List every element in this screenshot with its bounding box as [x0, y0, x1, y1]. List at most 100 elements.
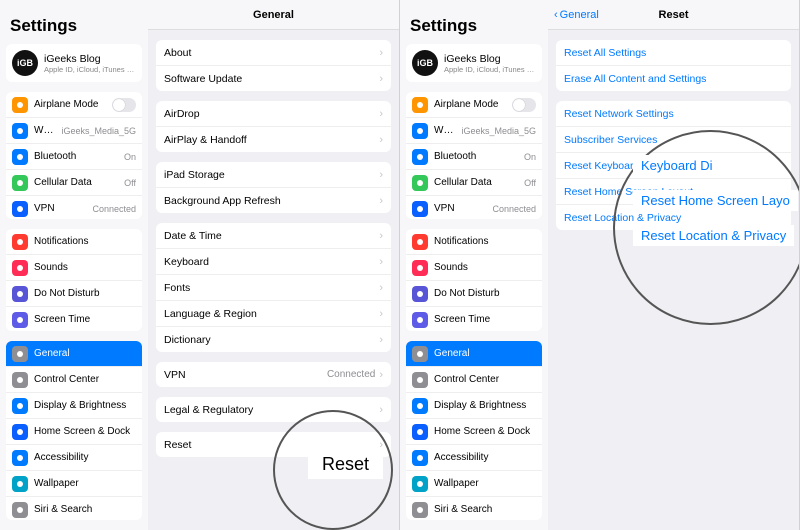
wallpaper-icon — [412, 476, 428, 492]
detail-item-erase-all-content-and-settings[interactable]: Erase All Content and Settings — [556, 65, 791, 91]
detail-general: General About›Software Update›AirDrop›Ai… — [148, 0, 399, 530]
sidebar-item-display-brightness[interactable]: Display & Brightness — [406, 392, 542, 418]
detail-item-airplay-handoff[interactable]: AirPlay & Handoff› — [156, 126, 391, 152]
sidebar-item-label: Wi-Fi — [434, 125, 455, 136]
detail-item-label: Reset Network Settings — [564, 108, 783, 120]
sidebar-group-notifications: NotificationsSoundsDo Not DisturbScreen … — [406, 229, 542, 331]
detail-item-date-time[interactable]: Date & Time› — [156, 223, 391, 248]
sidebar-item-accessibility[interactable]: Accessibility — [406, 444, 542, 470]
detail-item-keyboard[interactable]: Keyboard› — [156, 248, 391, 274]
sidebar-item-home-screen-dock[interactable]: Home Screen & Dock — [6, 418, 142, 444]
detail-item-airdrop[interactable]: AirDrop› — [156, 101, 391, 126]
sidebar-item-do-not-disturb[interactable]: Do Not Disturb — [406, 280, 542, 306]
sidebar-item-sounds[interactable]: Sounds — [6, 254, 142, 280]
sidebar-item-label: General — [434, 348, 536, 359]
sounds-icon — [12, 260, 28, 276]
nav-back-button[interactable]: ‹ General — [554, 9, 599, 21]
sidebar-item-wi-fi[interactable]: Wi-FiiGeeks_Media_5G — [406, 117, 542, 143]
sidebar-group-general: General Control Center Display & Brightnes… — [406, 341, 542, 520]
sidebar-item-home-screen-dock[interactable]: Home Screen & Dock — [406, 418, 542, 444]
sidebar-group-general: General Control Center Display & Brightnes… — [6, 341, 142, 520]
detail-item-label: AirPlay & Handoff — [164, 134, 379, 146]
display-icon — [412, 398, 428, 414]
apple-id-row[interactable]: iGB iGeeks Blog Apple ID, iCloud, iTunes… — [6, 44, 142, 82]
detail-item-language-region[interactable]: Language & Region› — [156, 300, 391, 326]
detail-item-vpn[interactable]: VPNConnected› — [156, 362, 391, 387]
settings-sidebar: Settings iGB iGeeks Blog Apple ID, iClou… — [0, 0, 148, 530]
sidebar-item-notifications[interactable]: Notifications — [406, 229, 542, 254]
sidebar-item-label: VPN — [34, 203, 86, 214]
apple-id-row[interactable]: iGB iGeeks Blog Apple ID, iCloud, iTunes… — [406, 44, 542, 82]
detail-item-label: Software Update — [164, 73, 379, 85]
sidebar-item-cellular-data[interactable]: Cellular DataOff — [406, 169, 542, 195]
detail-item-label: Dictionary — [164, 334, 379, 346]
sidebar-item-general[interactable]: General — [6, 341, 142, 366]
chevron-right-icon: › — [379, 108, 383, 120]
sidebar-item-vpn[interactable]: VPNConnected — [406, 195, 542, 219]
sidebar-item-do-not-disturb[interactable]: Do Not Disturb — [6, 280, 142, 306]
siri-icon — [12, 502, 28, 518]
sidebar-item-wi-fi[interactable]: Wi-FiiGeeks_Media_5G — [6, 117, 142, 143]
sidebar-item-sounds[interactable]: Sounds — [406, 254, 542, 280]
sidebar-item-siri-search[interactable]: Siri & Search — [406, 496, 542, 520]
sidebar-item-label: Control Center — [34, 374, 136, 385]
detail-item-label: Erase All Content and Settings — [564, 73, 783, 85]
sidebar-item-wallpaper[interactable]: Wallpaper — [406, 470, 542, 496]
sidebar-item-label: Siri & Search — [434, 504, 536, 515]
toggle-switch[interactable] — [512, 98, 536, 112]
detail-item-background-app-refresh[interactable]: Background App Refresh› — [156, 187, 391, 213]
detail-item-ipad-storage[interactable]: iPad Storage› — [156, 162, 391, 187]
highlight-item-homescreen[interactable]: Reset Home Screen Layo — [633, 190, 798, 211]
sidebar-item-label: Airplane Mode — [434, 99, 506, 110]
sidebar-item-label: Control Center — [434, 374, 536, 385]
highlight-item-keyboard[interactable]: Keyboard Di — [633, 155, 721, 176]
sidebar-item-label: Home Screen & Dock — [434, 426, 536, 437]
detail-item-label: About — [164, 47, 379, 59]
highlight-label-reset[interactable]: Reset — [308, 450, 383, 479]
chevron-right-icon: › — [379, 308, 383, 320]
sidebar-item-wallpaper[interactable]: Wallpaper — [6, 470, 142, 496]
wallpaper-icon — [12, 476, 28, 492]
chevron-right-icon: › — [379, 334, 383, 346]
nav-title: General — [253, 9, 294, 21]
profile-name: iGeeks Blog — [444, 53, 536, 65]
detail-item-software-update[interactable]: Software Update› — [156, 65, 391, 91]
sidebar-item-cellular-data[interactable]: Cellular DataOff — [6, 169, 142, 195]
sidebar-item-airplane-mode[interactable]: Airplane Mode — [6, 92, 142, 117]
sidebar-group-connectivity: Airplane Mode Wi-FiiGeeks_Media_5GBluetoo… — [406, 92, 542, 219]
accessibility-icon — [412, 450, 428, 466]
sidebar-item-airplane-mode[interactable]: Airplane Mode — [406, 92, 542, 117]
sidebar-item-label: Display & Brightness — [434, 400, 536, 411]
sidebar-item-bluetooth[interactable]: BluetoothOn — [406, 143, 542, 169]
sidebar-item-label: Accessibility — [34, 452, 136, 463]
sidebar-item-bluetooth[interactable]: BluetoothOn — [6, 143, 142, 169]
chevron-right-icon: › — [379, 134, 383, 146]
sidebar-item-accessibility[interactable]: Accessibility — [6, 444, 142, 470]
detail-item-legal-regulatory[interactable]: Legal & Regulatory› — [156, 397, 391, 422]
detail-item-fonts[interactable]: Fonts› — [156, 274, 391, 300]
detail-item-dictionary[interactable]: Dictionary› — [156, 326, 391, 352]
detail-item-reset-all-settings[interactable]: Reset All Settings — [556, 40, 791, 65]
airplane-icon — [12, 97, 28, 113]
sidebar-item-control-center[interactable]: Control Center — [406, 366, 542, 392]
sidebar-item-screen-time[interactable]: Screen Time — [6, 306, 142, 331]
sidebar-item-screen-time[interactable]: Screen Time — [406, 306, 542, 331]
detail-item-reset-network-settings[interactable]: Reset Network Settings — [556, 101, 791, 126]
sidebar-item-notifications[interactable]: Notifications — [6, 229, 142, 254]
detail-item-about[interactable]: About› — [156, 40, 391, 65]
highlight-item-location[interactable]: Reset Location & Privacy — [633, 225, 794, 246]
toggle-switch[interactable] — [112, 98, 136, 112]
wifi-icon — [12, 123, 28, 139]
sidebar-item-siri-search[interactable]: Siri & Search — [6, 496, 142, 520]
detail-item-label: Fonts — [164, 282, 379, 294]
detail-group: Legal & Regulatory› — [156, 397, 391, 422]
profile-sub: Apple ID, iCloud, iTunes & App St… — [44, 65, 136, 74]
sidebar-item-control-center[interactable]: Control Center — [6, 366, 142, 392]
detail-item-label: VPN — [164, 369, 327, 381]
sidebar-item-vpn[interactable]: VPNConnected — [6, 195, 142, 219]
sidebar-item-general[interactable]: General — [406, 341, 542, 366]
sidebar-item-display-brightness[interactable]: Display & Brightness — [6, 392, 142, 418]
dnd-icon — [12, 286, 28, 302]
detail-item-subscriber-services[interactable]: Subscriber Services — [556, 126, 791, 152]
screenshot-left: Settings iGB iGeeks Blog Apple ID, iClou… — [0, 0, 400, 530]
